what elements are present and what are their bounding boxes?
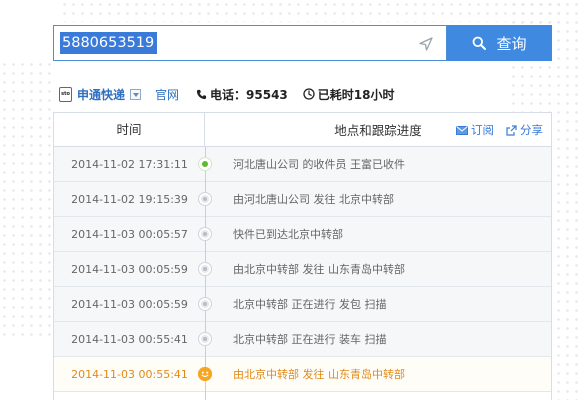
timeline-node-icon	[199, 333, 211, 345]
row-time: 2014-11-03 00:55:41	[71, 367, 188, 381]
row-time: 2014-11-03 00:05:59	[71, 297, 188, 311]
table-row: 2014-11-03 00:05:59 北京中转部 正在进行 发包 扫描	[54, 287, 551, 322]
share-label: 分享	[520, 123, 543, 137]
table-row: 2014-11-02 19:15:39 由河北唐山公司 发往 北京中转部	[54, 182, 551, 217]
column-header-time: 时间	[54, 113, 205, 147]
background-dots-left	[0, 60, 52, 340]
sto-logo-icon: sto	[59, 86, 72, 102]
table-row: 2014-11-03 00:55:41 北京中转部 正在进行 装车 扫描	[54, 322, 551, 357]
mail-icon	[456, 125, 468, 135]
table-header: 时间 地点和跟踪进度 订阅 分享	[54, 113, 551, 147]
table-row: 2014-11-02 17:31:11 河北唐山公司 的收件员 王富已收件	[54, 147, 551, 182]
sto-logo-text: sto	[61, 90, 70, 97]
row-time: 2014-11-03 00:55:41	[71, 332, 188, 346]
clock-icon	[303, 88, 315, 100]
search-bar: 查询	[53, 25, 552, 61]
phone-icon	[196, 89, 207, 99]
timeline-node-icon	[199, 263, 211, 275]
table-row-latest: 2014-11-03 00:55:41 由北京中转部 发往 山东青岛中转部	[54, 357, 551, 392]
official-site-link[interactable]: 官网	[155, 86, 179, 103]
courier-info-row: sto 申通快递 官网 电话：95543 已耗时18小时	[59, 84, 394, 104]
row-time: 2014-11-02 17:31:11	[71, 157, 188, 171]
table-row: 2014-11-03 00:05:57 快件已到达北京中转部	[54, 217, 551, 252]
search-button-label: 查询	[496, 34, 527, 53]
row-desc: 河北唐山公司 的收件员 王富已收件	[233, 158, 405, 171]
table-row: 2014-11-03 00:05:59 由北京中转部 发往 山东青岛中转部	[54, 252, 551, 287]
row-desc: 北京中转部 正在进行 装车 扫描	[233, 333, 387, 346]
share-button[interactable]: 分享	[506, 122, 543, 138]
row-time: 2014-11-03 00:05:57	[71, 227, 188, 241]
background-dots-top	[60, 0, 560, 22]
tracking-number-input[interactable]	[60, 32, 157, 54]
table-actions: 订阅 分享	[444, 113, 543, 147]
row-desc: 快件已到达北京中转部	[233, 228, 343, 241]
row-time: 2014-11-02 19:15:39	[71, 192, 188, 206]
subscribe-button[interactable]: 订阅	[456, 122, 494, 138]
tracking-table: 时间 地点和跟踪进度 订阅 分享 2014-11-02 17:31:11 河北唐…	[53, 112, 552, 400]
timeline-node-icon	[199, 193, 211, 205]
search-button[interactable]: 查询	[447, 25, 552, 61]
timeline-node-first-icon	[199, 158, 211, 170]
courier-dropdown-icon[interactable]	[130, 88, 142, 100]
phone-number: 电话：95543	[210, 87, 288, 102]
timeline-node-latest-icon	[198, 367, 212, 381]
elapsed-time: 已耗时18小时	[317, 87, 395, 102]
smile-icon	[198, 367, 212, 381]
subscribe-label: 订阅	[471, 123, 494, 137]
courier-name[interactable]: 申通快递	[77, 86, 125, 103]
search-box	[53, 25, 447, 61]
share-icon	[506, 124, 517, 136]
location-arrow-icon[interactable]	[418, 36, 434, 52]
row-desc: 由北京中转部 发往 山东青岛中转部	[233, 368, 405, 381]
row-time: 2014-11-03 00:05:59	[71, 262, 188, 276]
row-desc: 由北京中转部 发往 山东青岛中转部	[233, 263, 405, 276]
timeline-node-icon	[199, 228, 211, 240]
search-icon	[473, 36, 487, 50]
row-desc: 北京中转部 正在进行 发包 扫描	[233, 298, 387, 311]
timeline-node-icon	[199, 298, 211, 310]
row-desc: 由河北唐山公司 发往 北京中转部	[233, 193, 394, 206]
